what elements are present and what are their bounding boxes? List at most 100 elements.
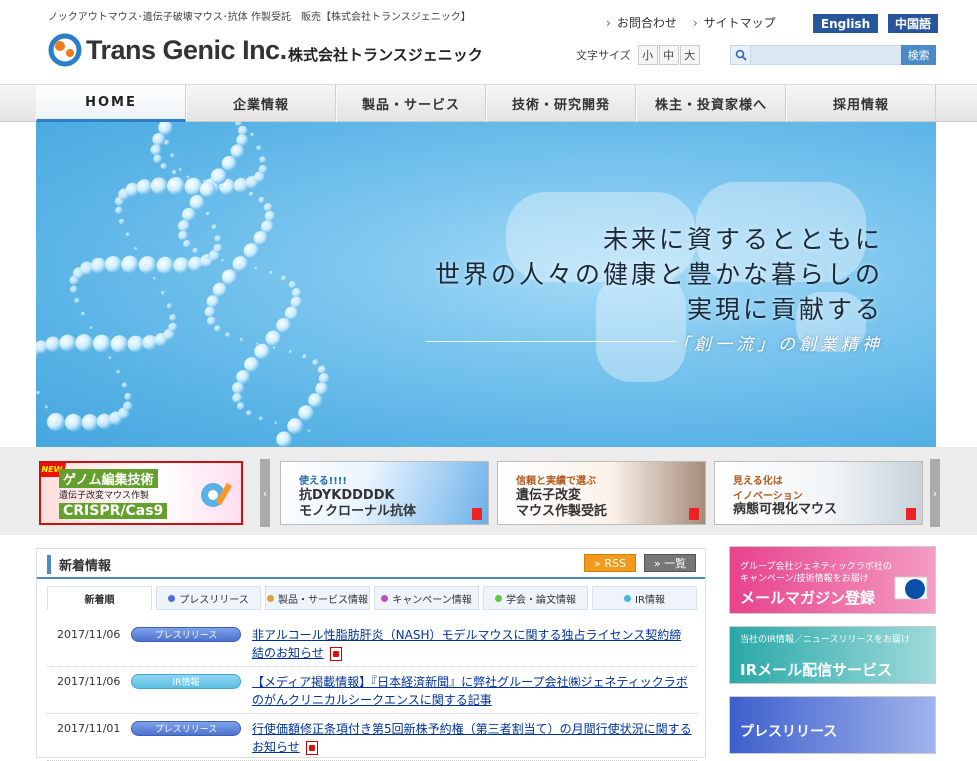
site-header: ノックアウトマウス･遺伝子破壊マウス･抗体 作製受託 販売【株式会社トランスジェ…	[0, 0, 977, 84]
sitemap-link[interactable]: サイトマップ	[693, 14, 776, 31]
visualization-mouse-banner[interactable]: 見える化は イノベーション 病態可視化マウス	[714, 461, 923, 525]
nav-investors[interactable]: 株主・投資家様へ	[636, 85, 786, 122]
news-tab-label: IR情報	[635, 594, 665, 606]
font-size-large-button[interactable]: 大	[679, 45, 700, 65]
carousel-next-button[interactable]: ›	[930, 459, 940, 527]
ir-mail-banner-title: IRメール配信サービス	[740, 661, 893, 679]
font-size-switcher: 文字サイズ 小 中 大	[576, 45, 700, 65]
hero-line-1: 未来に資するとともに	[602, 225, 883, 254]
pdf-icon	[689, 508, 699, 520]
news-tab[interactable]: キャンペーン情報	[374, 586, 479, 610]
crispr-banner[interactable]: NEW ゲノム編集技術 遺伝子改変マウス作製 CRISPR/Cas9	[39, 461, 243, 525]
mouse-service-banner[interactable]: 信頼と実績で選ぶ 遺伝子改変 マウス作製受託	[497, 461, 706, 525]
news-date: 2017/11/06	[57, 675, 121, 688]
mail-icon	[894, 576, 928, 600]
news-title-text: 非アルコール性脂肪肝炎（NASH）モデルマウスに関する独占ライセンス契約締結のお…	[252, 628, 682, 660]
banner-carousel: NEW ゲノム編集技術 遺伝子改変マウス作製 CRISPR/Cas9 ‹ 使える…	[0, 447, 977, 535]
news-title-link[interactable]: 行使価額修正条項付き第5回新株予約権（第三者割当て）の月間行使状況に関するお知ら…	[252, 720, 692, 756]
press-release-banner-title: プレスリリース	[740, 724, 838, 740]
news-category-badge: IR情報	[131, 674, 241, 689]
nav-recruit[interactable]: 採用情報	[786, 85, 936, 122]
hero-motto: 「創一流」の創業精神	[673, 335, 883, 355]
global-nav: HOME 企業情報 製品・サービス 技術・研究開発 株主・投資家様へ 採用情報	[0, 84, 977, 122]
news-panel: 新着情報 » RSS » 一覧 新着順 プレスリリース 製品・サービス情報 キャンペー…	[36, 548, 706, 761]
news-tab-label: プレスリリース	[179, 594, 249, 606]
english-button[interactable]: English	[813, 14, 878, 33]
antibody-banner-title: 抗DYKDDDDK モノクローナル抗体	[299, 488, 417, 519]
search-icon	[730, 45, 752, 65]
news-title-link[interactable]: 非アルコール性脂肪肝炎（NASH）モデルマウスに関する独占ライセンス契約締結のお…	[252, 626, 692, 662]
news-tabs: 新着順 プレスリリース 製品・サービス情報 キャンペーン情報 学会・論文情報 IR情報	[47, 586, 697, 610]
search-input[interactable]	[751, 45, 902, 65]
logo-text: Trans Genic Inc.	[86, 34, 287, 65]
news-tab[interactable]: 製品・サービス情報	[265, 586, 370, 610]
antibody-banner[interactable]: 使える!!!! 抗DYKDDDDK モノクローナル抗体	[280, 461, 489, 525]
mouse-service-banner-tag: 信頼と実績で選ぶ	[516, 476, 596, 487]
ir-mail-banner[interactable]: 当社のIR情報／ニュースリリースをお届け IRメール配信サービス	[729, 626, 936, 684]
news-tab-label: 学会・論文情報	[506, 594, 576, 606]
rss-button[interactable]: » RSS	[584, 554, 636, 572]
news-title-text: 【メディア掲載情報】『日本経済新聞』に弊社グループ会社㈱ジェネティックラボのがん…	[252, 675, 688, 707]
news-title-text: 行使価額修正条項付き第5回新株予約権（第三者割当て）の月間行使状況に関するお知ら…	[252, 722, 692, 754]
antibody-banner-tag: 使える!!!!	[299, 476, 347, 487]
contact-link[interactable]: お問合わせ	[606, 14, 677, 31]
news-title: 新着情報	[47, 555, 111, 574]
news-tab[interactable]: 新着順	[47, 586, 152, 610]
font-size-label: 文字サイズ	[576, 49, 631, 62]
tab-dot-icon	[624, 594, 632, 602]
pdf-icon	[329, 646, 342, 661]
search-button[interactable]: 検索	[901, 45, 936, 65]
news-list-button[interactable]: » 一覧	[644, 554, 696, 572]
nav-research[interactable]: 技術・研究開発	[486, 85, 636, 122]
chinese-button[interactable]: 中国語	[888, 14, 938, 33]
carousel-prev-button[interactable]: ‹	[260, 459, 270, 527]
company-name-jp: 株式会社トランスジェニック	[288, 46, 483, 64]
news-tab[interactable]: IR情報	[592, 586, 697, 610]
site-tagline: ノックアウトマウス･遺伝子破壊マウス･抗体 作製受託 販売【株式会社トランスジェ…	[48, 12, 471, 23]
news-header: 新着情報 » RSS » 一覧	[37, 549, 705, 579]
news-date: 2017/11/06	[57, 628, 121, 641]
news-item: 2017/11/01 プレスリリース 行使価額修正条項付き第5回新株予約権（第三者割…	[47, 714, 697, 761]
hero-banner: 未来に資するとともに 世界の人々の健康と豊かな暮らしの 実現に貢献する 「創一流…	[36, 122, 936, 447]
company-logo[interactable]: Trans Genic Inc.	[48, 30, 287, 70]
pdf-icon	[906, 508, 916, 520]
tab-dot-icon	[267, 594, 274, 602]
news-tab-label: 製品・サービス情報	[278, 594, 368, 606]
search-box: 検索	[730, 45, 936, 65]
ir-mail-banner-sub: 当社のIR情報／ニュースリリースをお届け	[740, 635, 911, 645]
font-size-small-button[interactable]: 小	[637, 45, 658, 65]
news-category-badge: プレスリリース	[131, 721, 241, 736]
nav-home[interactable]: HOME	[36, 85, 186, 122]
mail-magazine-banner-sub: グループ会社ジェネティックラボ社の キャンペーン/技術情報をお届け	[740, 562, 892, 584]
news-date: 2017/11/01	[57, 722, 121, 735]
pdf-icon	[305, 740, 318, 755]
hero-divider	[426, 341, 676, 342]
mail-magazine-banner[interactable]: グループ会社ジェネティックラボ社の キャンペーン/技術情報をお届け メールマガジン…	[729, 546, 936, 614]
visualization-banner-tag: 見える化は イノベーション	[733, 476, 803, 502]
tab-dot-icon	[381, 594, 389, 602]
news-tab[interactable]: プレスリリース	[156, 586, 261, 610]
news-title-link[interactable]: 【メディア掲載情報】『日本経済新聞』に弊社グループ会社㈱ジェネティックラボのがん…	[252, 673, 692, 709]
news-item: 2017/11/06 IR情報 【メディア掲載情報】『日本経済新聞』に弊社グループ会…	[47, 667, 697, 714]
news-category-badge: プレスリリース	[131, 627, 241, 642]
crispr-icon	[201, 482, 233, 507]
logo-mark-icon	[48, 33, 82, 67]
news-tab[interactable]: 学会・論文情報	[483, 586, 588, 610]
tab-dot-icon	[168, 594, 176, 602]
hero-line-3: 実現に貢献する	[686, 295, 883, 324]
mouse-service-banner-title: 遺伝子改変 マウス作製受託	[516, 488, 608, 519]
nav-products[interactable]: 製品・サービス	[336, 85, 486, 122]
crispr-banner-sub: 遺伝子改変マウス作製	[59, 491, 150, 501]
mail-magazine-banner-title: メールマガジン登録	[740, 589, 876, 607]
visualization-banner-title: 病態可視化マウス	[733, 502, 838, 517]
nav-company[interactable]: 企業情報	[186, 85, 336, 122]
crispr-banner-main: CRISPR/Cas9	[59, 503, 168, 519]
crispr-banner-title: ゲノム編集技術	[59, 469, 158, 488]
pdf-icon	[472, 508, 482, 520]
hero-line-2: 世界の人々の健康と豊かな暮らしの	[434, 260, 883, 289]
font-size-medium-button[interactable]: 中	[658, 45, 679, 65]
news-tab-label: 新着順	[84, 595, 115, 606]
tab-dot-icon	[495, 594, 502, 602]
press-release-banner[interactable]: プレスリリース	[729, 696, 936, 754]
news-tab-label: キャンペーン情報	[392, 594, 472, 606]
